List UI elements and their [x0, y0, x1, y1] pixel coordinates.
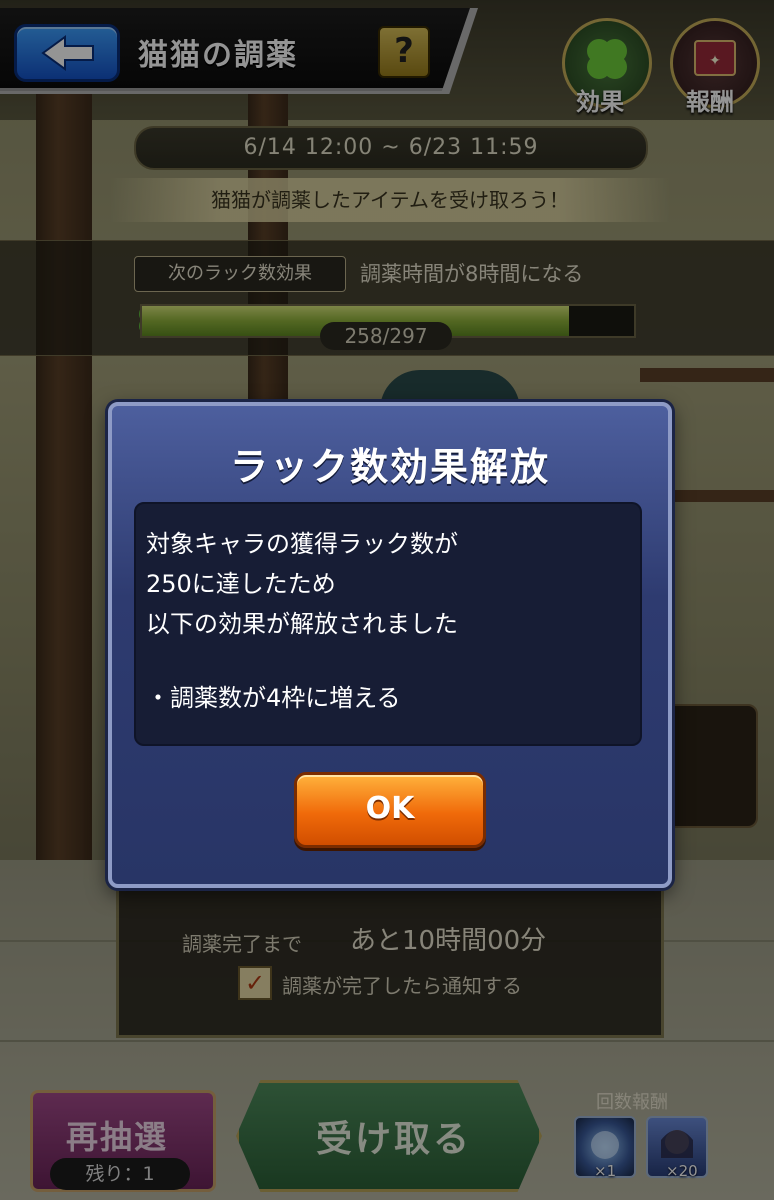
- modal-bullet: ・調薬数が4枠に増える: [146, 684, 401, 712]
- modal-line: 以下の効果が解放されました: [146, 610, 458, 638]
- modal-line: 250に達したため: [146, 570, 336, 598]
- ok-button[interactable]: OK: [294, 772, 486, 848]
- modal-title: ラック数効果解放: [229, 445, 550, 489]
- modal-line: 対象キャラの獲得ラック数が: [146, 530, 458, 558]
